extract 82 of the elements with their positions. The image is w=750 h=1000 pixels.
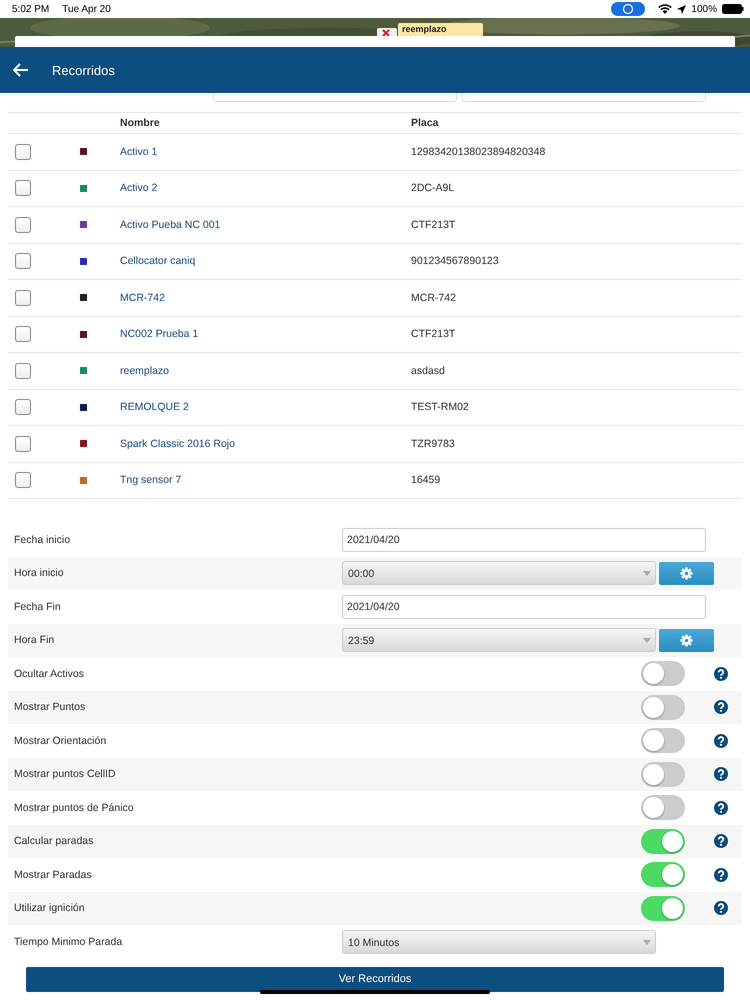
asset-name-link[interactable]: NC002 Prueba 1 xyxy=(120,328,411,340)
toggle-switch[interactable] xyxy=(641,795,685,820)
plate-cell-text: MCR-742 xyxy=(411,292,457,304)
row-checkbox[interactable] xyxy=(15,144,31,160)
settings-button[interactable] xyxy=(659,628,714,652)
asset-name-link[interactable]: MCR-742 xyxy=(120,292,411,304)
asset-name-link[interactable]: Cellocator caniq xyxy=(120,255,411,268)
field-label: Calcular paradas xyxy=(14,835,94,848)
row-checkbox[interactable] xyxy=(15,180,31,196)
help-icon[interactable] xyxy=(714,666,728,681)
help-icon[interactable] xyxy=(714,834,728,848)
row-checkbox[interactable] xyxy=(15,216,31,233)
toggle-switch[interactable] xyxy=(641,762,685,787)
field-label: Ocultar Activos xyxy=(14,668,86,680)
row-checkbox[interactable] xyxy=(15,436,31,452)
plate-cell-text: asdasd xyxy=(411,364,446,377)
field-label: Tiempo Minimo Parada xyxy=(14,936,124,948)
help-icon[interactable] xyxy=(714,700,728,714)
asset-name-link[interactable]: REMOLQUE 2 xyxy=(120,401,411,414)
dropdown-field[interactable]: 23:59 xyxy=(342,628,656,652)
back-arrow-icon[interactable] xyxy=(13,63,29,77)
field-label: Mostrar Puntos xyxy=(14,701,86,714)
plate-cell-text: TZR9783 xyxy=(411,438,456,450)
field-label: Mostrar Orientación xyxy=(14,734,108,747)
toggle-switch[interactable] xyxy=(641,661,685,686)
caret-icon xyxy=(643,638,651,644)
settings-icon xyxy=(680,634,693,647)
field-label: Hora inicio xyxy=(14,567,65,580)
field-label: Fecha Fin xyxy=(14,600,62,613)
toggle-switch[interactable] xyxy=(641,728,685,754)
battery-icon xyxy=(722,4,744,14)
asset-name-link[interactable]: reemplazo xyxy=(120,364,411,377)
view-routes-button[interactable]: Ver Recorridos xyxy=(26,966,724,992)
help-icon[interactable] xyxy=(714,901,728,916)
toggle-switch[interactable] xyxy=(641,896,685,921)
help-icon[interactable] xyxy=(714,868,728,882)
asset-name-link[interactable]: Tng sensor 7 xyxy=(120,474,411,486)
battery-percent: 100% xyxy=(691,4,717,14)
row-checkbox[interactable] xyxy=(15,290,31,306)
row-checkbox[interactable] xyxy=(15,326,31,342)
plate-cell-text: 2DC-A9L xyxy=(411,182,456,194)
toggle-switch[interactable] xyxy=(641,862,685,888)
dropdown-field[interactable]: 00:00 xyxy=(342,561,656,586)
plate-cell-text: CTF213T xyxy=(411,218,456,231)
field-label: Mostrar puntos CellID xyxy=(14,768,117,780)
asset-name-link[interactable]: Activo 2 xyxy=(120,182,411,194)
plate-cell-text: CTF213T xyxy=(411,328,456,340)
help-icon[interactable] xyxy=(714,800,728,815)
asset-name-link[interactable]: Activo 1 xyxy=(120,146,411,158)
field-label: Utilizar ignición xyxy=(14,902,86,914)
asset-name-link[interactable]: Spark Classic 2016 Rojo xyxy=(120,438,411,450)
settings-button[interactable] xyxy=(659,562,714,585)
asset-name-link[interactable]: Activo Pueba NC 001 xyxy=(120,218,411,231)
help-icon[interactable] xyxy=(714,767,728,782)
field-label: Mostrar puntos de Pánico xyxy=(14,802,135,814)
dropdown-field[interactable]: 10 Minutos xyxy=(342,930,656,954)
date-field[interactable]: 2021/04/20 xyxy=(342,594,706,619)
toggle-switch[interactable] xyxy=(641,828,685,854)
row-checkbox[interactable] xyxy=(15,472,31,488)
plate-cell-text: 901234567890123 xyxy=(411,255,500,268)
caret-icon xyxy=(643,940,651,945)
field-label: Mostrar Paradas xyxy=(14,868,93,881)
caret-icon xyxy=(643,571,651,576)
row-checkbox[interactable] xyxy=(15,399,31,416)
field-label: Fecha inicio xyxy=(14,534,72,546)
status-time: 5:02 PM xyxy=(12,4,50,14)
column-header: Placa xyxy=(411,117,440,129)
wifi-icon xyxy=(658,4,672,14)
status-date: Tue Apr 20 xyxy=(62,4,111,14)
plate-cell-text: TEST-RM02 xyxy=(411,401,470,414)
toggle-switch[interactable] xyxy=(641,694,685,720)
page-title: Recorridos xyxy=(52,62,115,78)
row-checkbox[interactable] xyxy=(15,253,31,270)
row-checkbox[interactable] xyxy=(15,362,31,379)
plate-cell-text: 16459 xyxy=(411,474,442,486)
location-arrow-icon xyxy=(677,4,686,14)
column-header: Nombre xyxy=(120,117,161,129)
field-label: Hora Fin xyxy=(14,634,56,646)
plate-cell-text: 12983420138023894820348 xyxy=(411,146,546,158)
date-field[interactable]: 2021/04/20 xyxy=(342,528,706,552)
settings-icon xyxy=(680,566,693,580)
help-icon[interactable] xyxy=(714,734,728,748)
